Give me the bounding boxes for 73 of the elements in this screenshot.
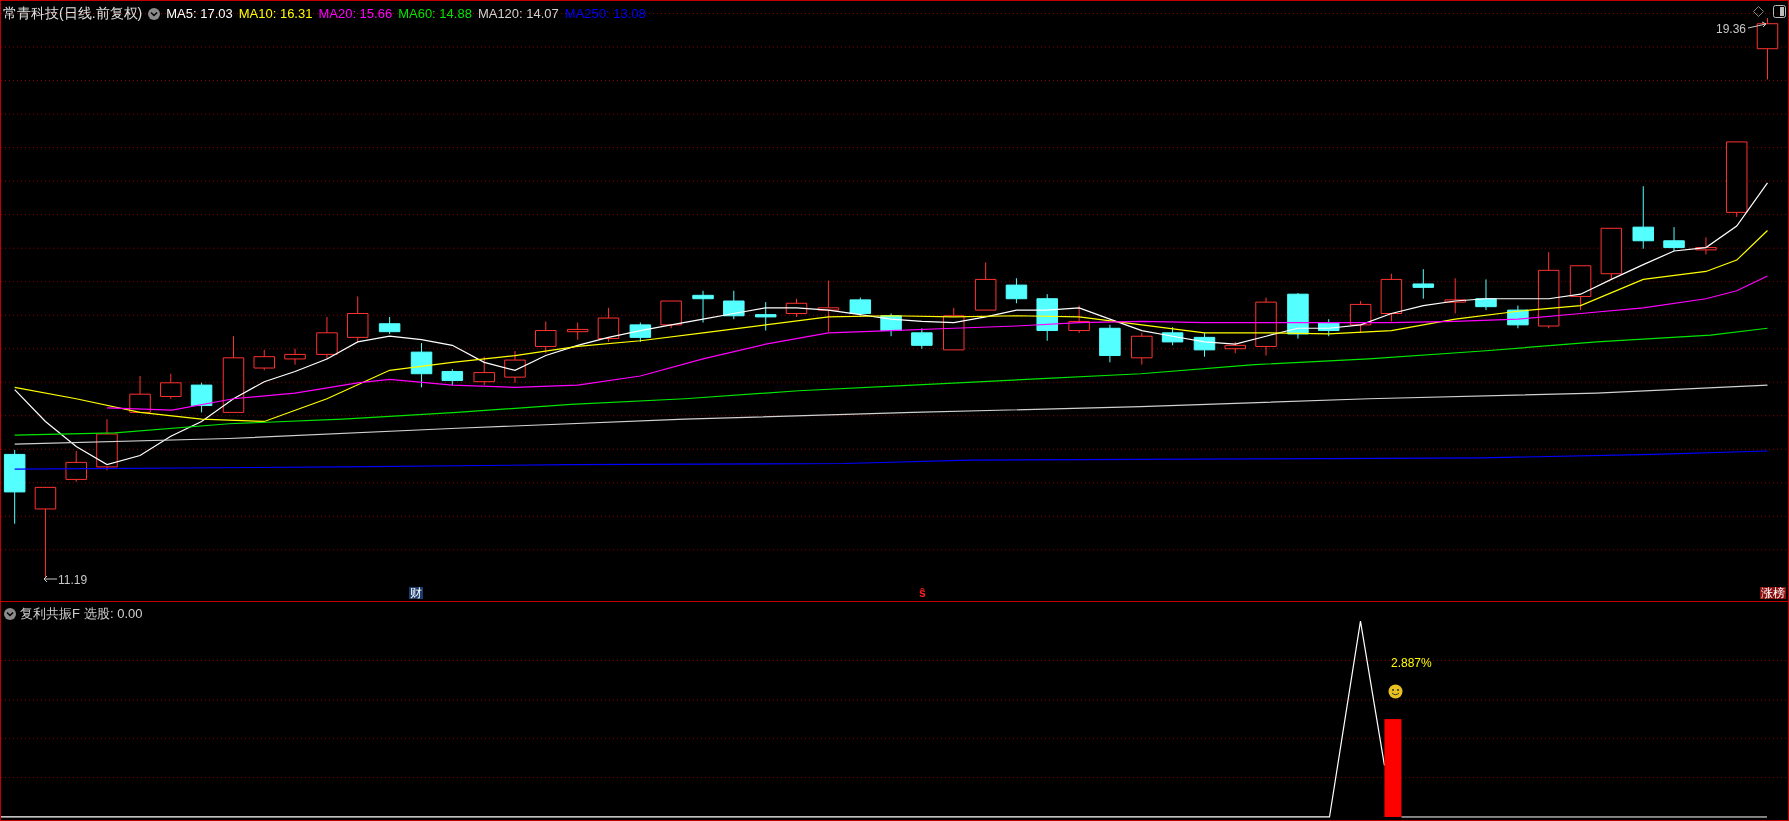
candlestick [253, 349, 275, 371]
candlestick [817, 280, 840, 333]
candlestick [504, 350, 526, 384]
candlestick [1068, 305, 1090, 334]
diamond-icon[interactable] [1753, 6, 1764, 17]
candlestick [1193, 332, 1216, 358]
event-marker[interactable]: 涨榜 [1760, 587, 1786, 599]
candlestick [849, 297, 872, 317]
candlestick [785, 298, 808, 318]
moving-average-value: MA60: 14.88 [398, 4, 472, 23]
moving-average-value: MA10: 16.31 [238, 4, 313, 23]
candlestick [1663, 226, 1685, 252]
candlestick [316, 316, 338, 360]
low-price-label: 11.19 [58, 572, 88, 589]
candlestick [1099, 324, 1121, 363]
candlestick [1475, 278, 1497, 311]
candlestick [1569, 265, 1592, 311]
candlestick [410, 342, 433, 388]
candlestick [96, 418, 118, 471]
indicator-title: 复利共振F [20, 605, 80, 623]
indicator-reading: 选股: 0.00 [83, 605, 143, 623]
event-marker[interactable]: 财 [409, 587, 423, 599]
arrow-icon [1748, 21, 1768, 29]
moving-average-value: MA20: 15.66 [318, 4, 393, 23]
candlestick [1380, 273, 1403, 322]
stock-title: 常青科技(日线.前复权) [3, 4, 143, 23]
event-marker[interactable]: ŝ [919, 587, 926, 599]
candlestick [441, 368, 464, 386]
candlestick [1224, 341, 1246, 354]
candlestick [660, 300, 682, 329]
candlestick [1036, 293, 1058, 342]
chevron-down-icon[interactable] [4, 607, 16, 620]
moving-average-value: MA250: 13.08 [564, 4, 646, 23]
candlestick [754, 301, 777, 332]
candlestick [723, 290, 745, 320]
candlestick [597, 307, 620, 343]
candlestick [129, 375, 151, 413]
moving-average-value: MA5: 17.03 [166, 4, 233, 23]
candlestick [974, 261, 997, 311]
candlestick [1005, 277, 1028, 304]
candlestick [566, 322, 589, 341]
candlestick [1444, 277, 1466, 314]
smiley-icon [1388, 684, 1403, 699]
candlestick [1287, 292, 1309, 339]
percent-annotation: 2.887% [1391, 655, 1432, 672]
arrow-icon [43, 575, 57, 583]
candlestick [1412, 268, 1435, 300]
candlestick [1317, 318, 1340, 337]
candlestick [284, 348, 306, 366]
candlestick [190, 382, 213, 413]
candlestick [160, 373, 182, 400]
candlestick [943, 307, 965, 351]
candlestick [1632, 185, 1654, 250]
candlestick [1349, 300, 1372, 334]
candlestick [1131, 332, 1153, 366]
candlestick [535, 320, 557, 354]
high-price-label: 19.36 [1716, 21, 1747, 38]
candlestick [880, 313, 902, 337]
candlestick [692, 290, 714, 324]
moving-average-value: MA120: 14.07 [477, 4, 559, 23]
panel-toggle-icon[interactable] [1773, 5, 1786, 18]
candlestick [1600, 227, 1623, 280]
candlestick [629, 322, 652, 343]
candlestick [1507, 305, 1529, 329]
candlestick [1756, 17, 1779, 80]
candlestick [1161, 326, 1184, 346]
candlestick [65, 450, 87, 483]
candlestick [1695, 236, 1717, 255]
candlestick [911, 327, 933, 350]
chevron-down-icon[interactable] [148, 7, 161, 20]
candlestick [378, 316, 401, 335]
candlestick [473, 356, 495, 386]
candlestick [346, 295, 369, 343]
